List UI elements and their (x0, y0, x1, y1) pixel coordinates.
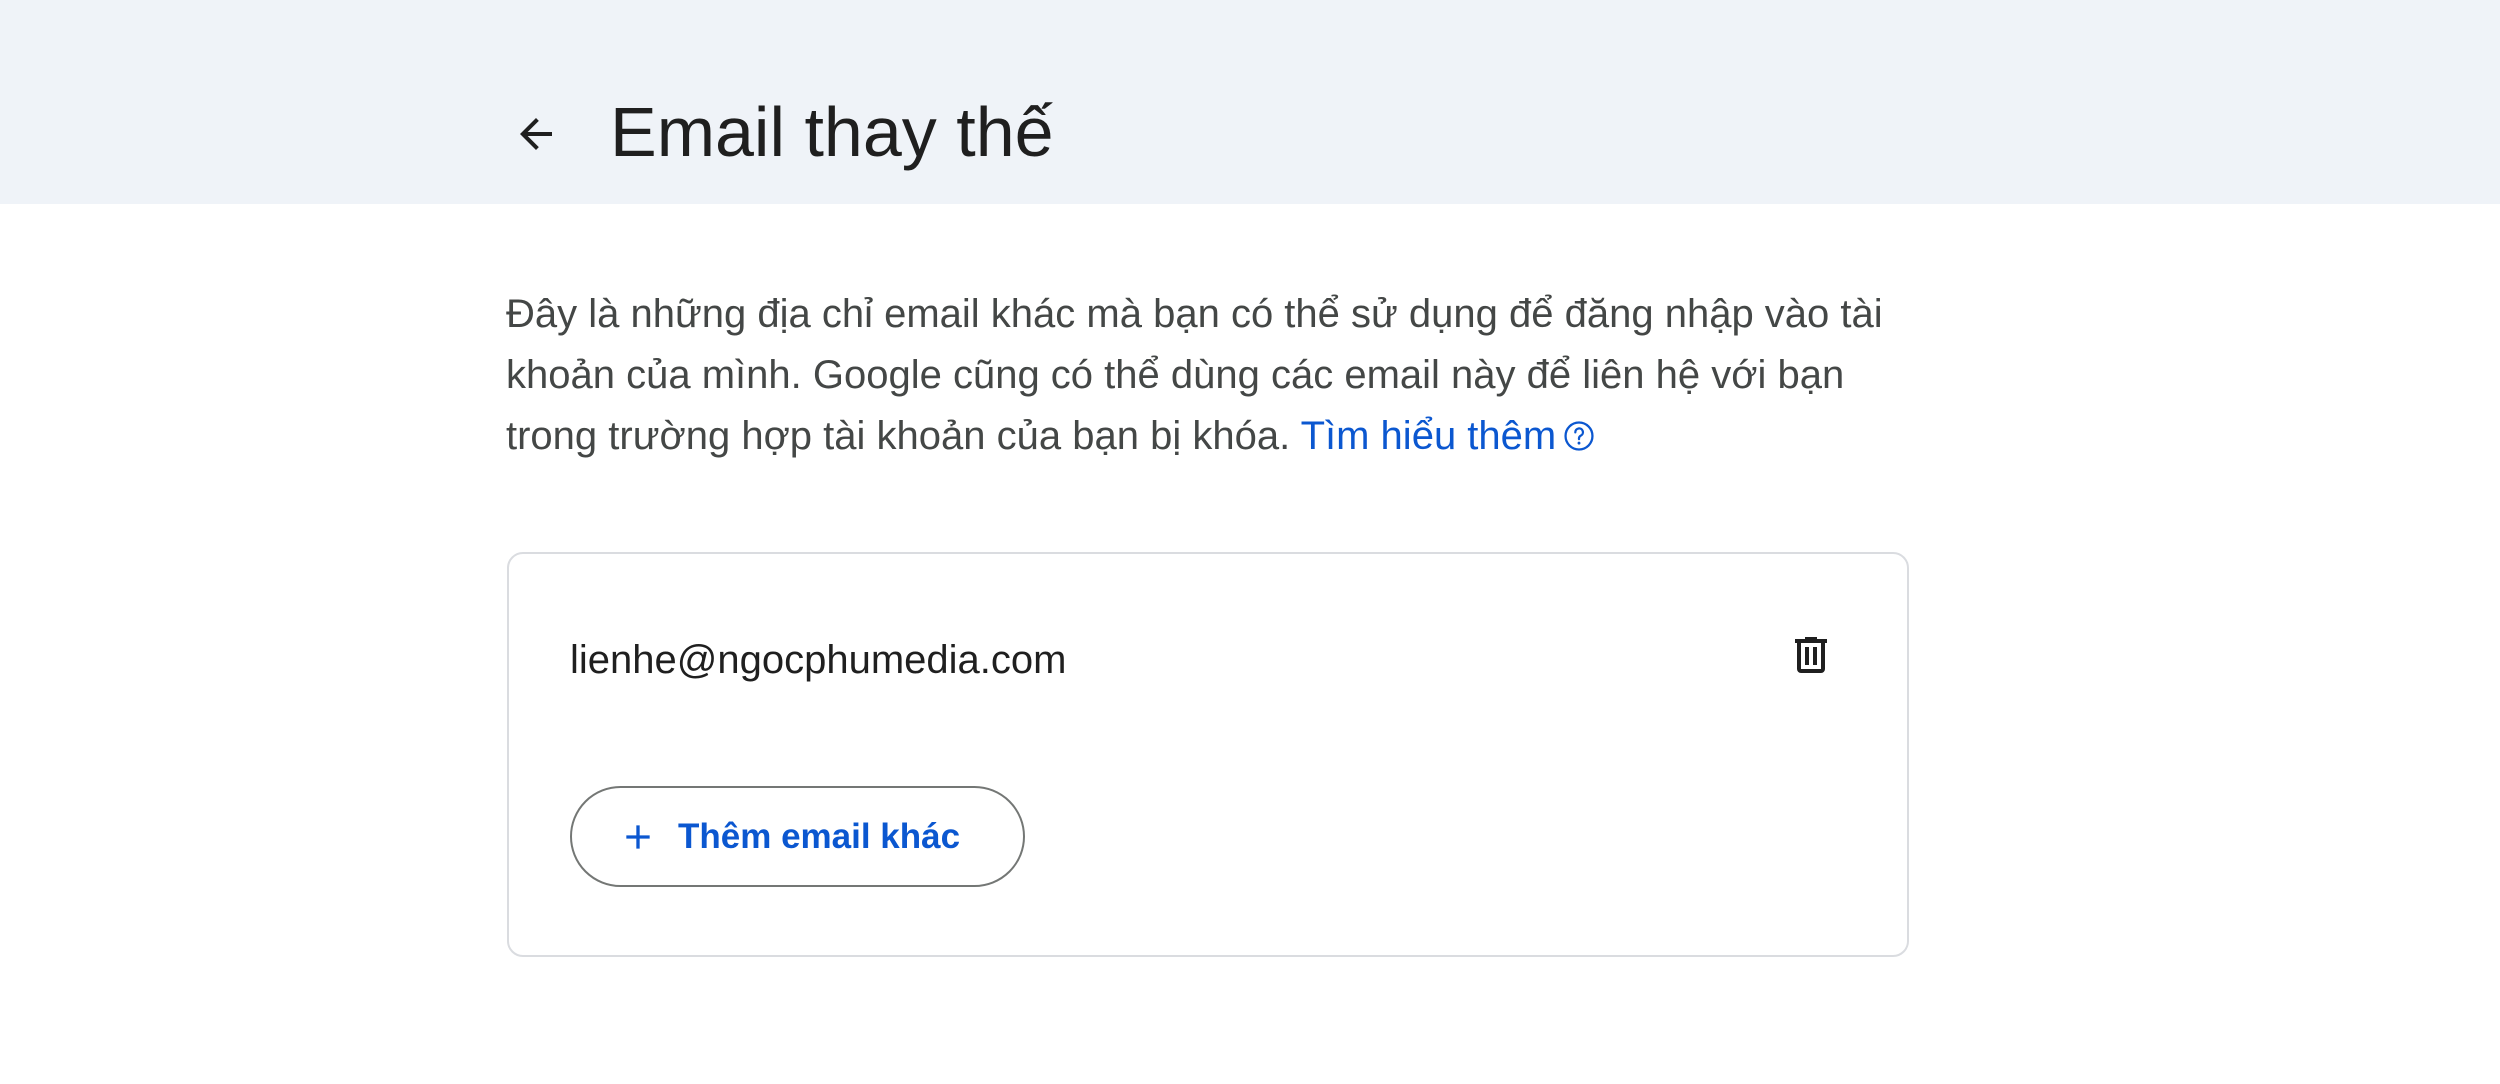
description-body: Đây là những địa chỉ email khác mà bạn c… (506, 292, 1883, 458)
help-circle-icon (1562, 410, 1596, 471)
delete-email-button[interactable] (1779, 623, 1843, 687)
arrow-left-icon (520, 118, 552, 150)
add-email-button[interactable]: Thêm email khác (570, 786, 1025, 887)
trash-icon (1795, 637, 1827, 673)
page-header: Email thay thế (0, 0, 2500, 204)
add-email-label: Thêm email khác (678, 816, 961, 856)
learn-more-label: Tìm hiểu thêm (1300, 414, 1557, 458)
learn-more-link[interactable]: Tìm hiểu thêm (1301, 414, 1597, 458)
description-text: Đây là những địa chỉ email khác mà bạn c… (506, 284, 1906, 471)
email-address: lienhe@ngocphumedia.com (570, 638, 1067, 682)
back-button[interactable] (500, 98, 572, 170)
page-title: Email thay thế (610, 93, 1054, 171)
alternate-emails-card: lienhe@ngocphumedia.com Thêm email khác (507, 552, 1909, 957)
plus-icon (626, 824, 650, 849)
